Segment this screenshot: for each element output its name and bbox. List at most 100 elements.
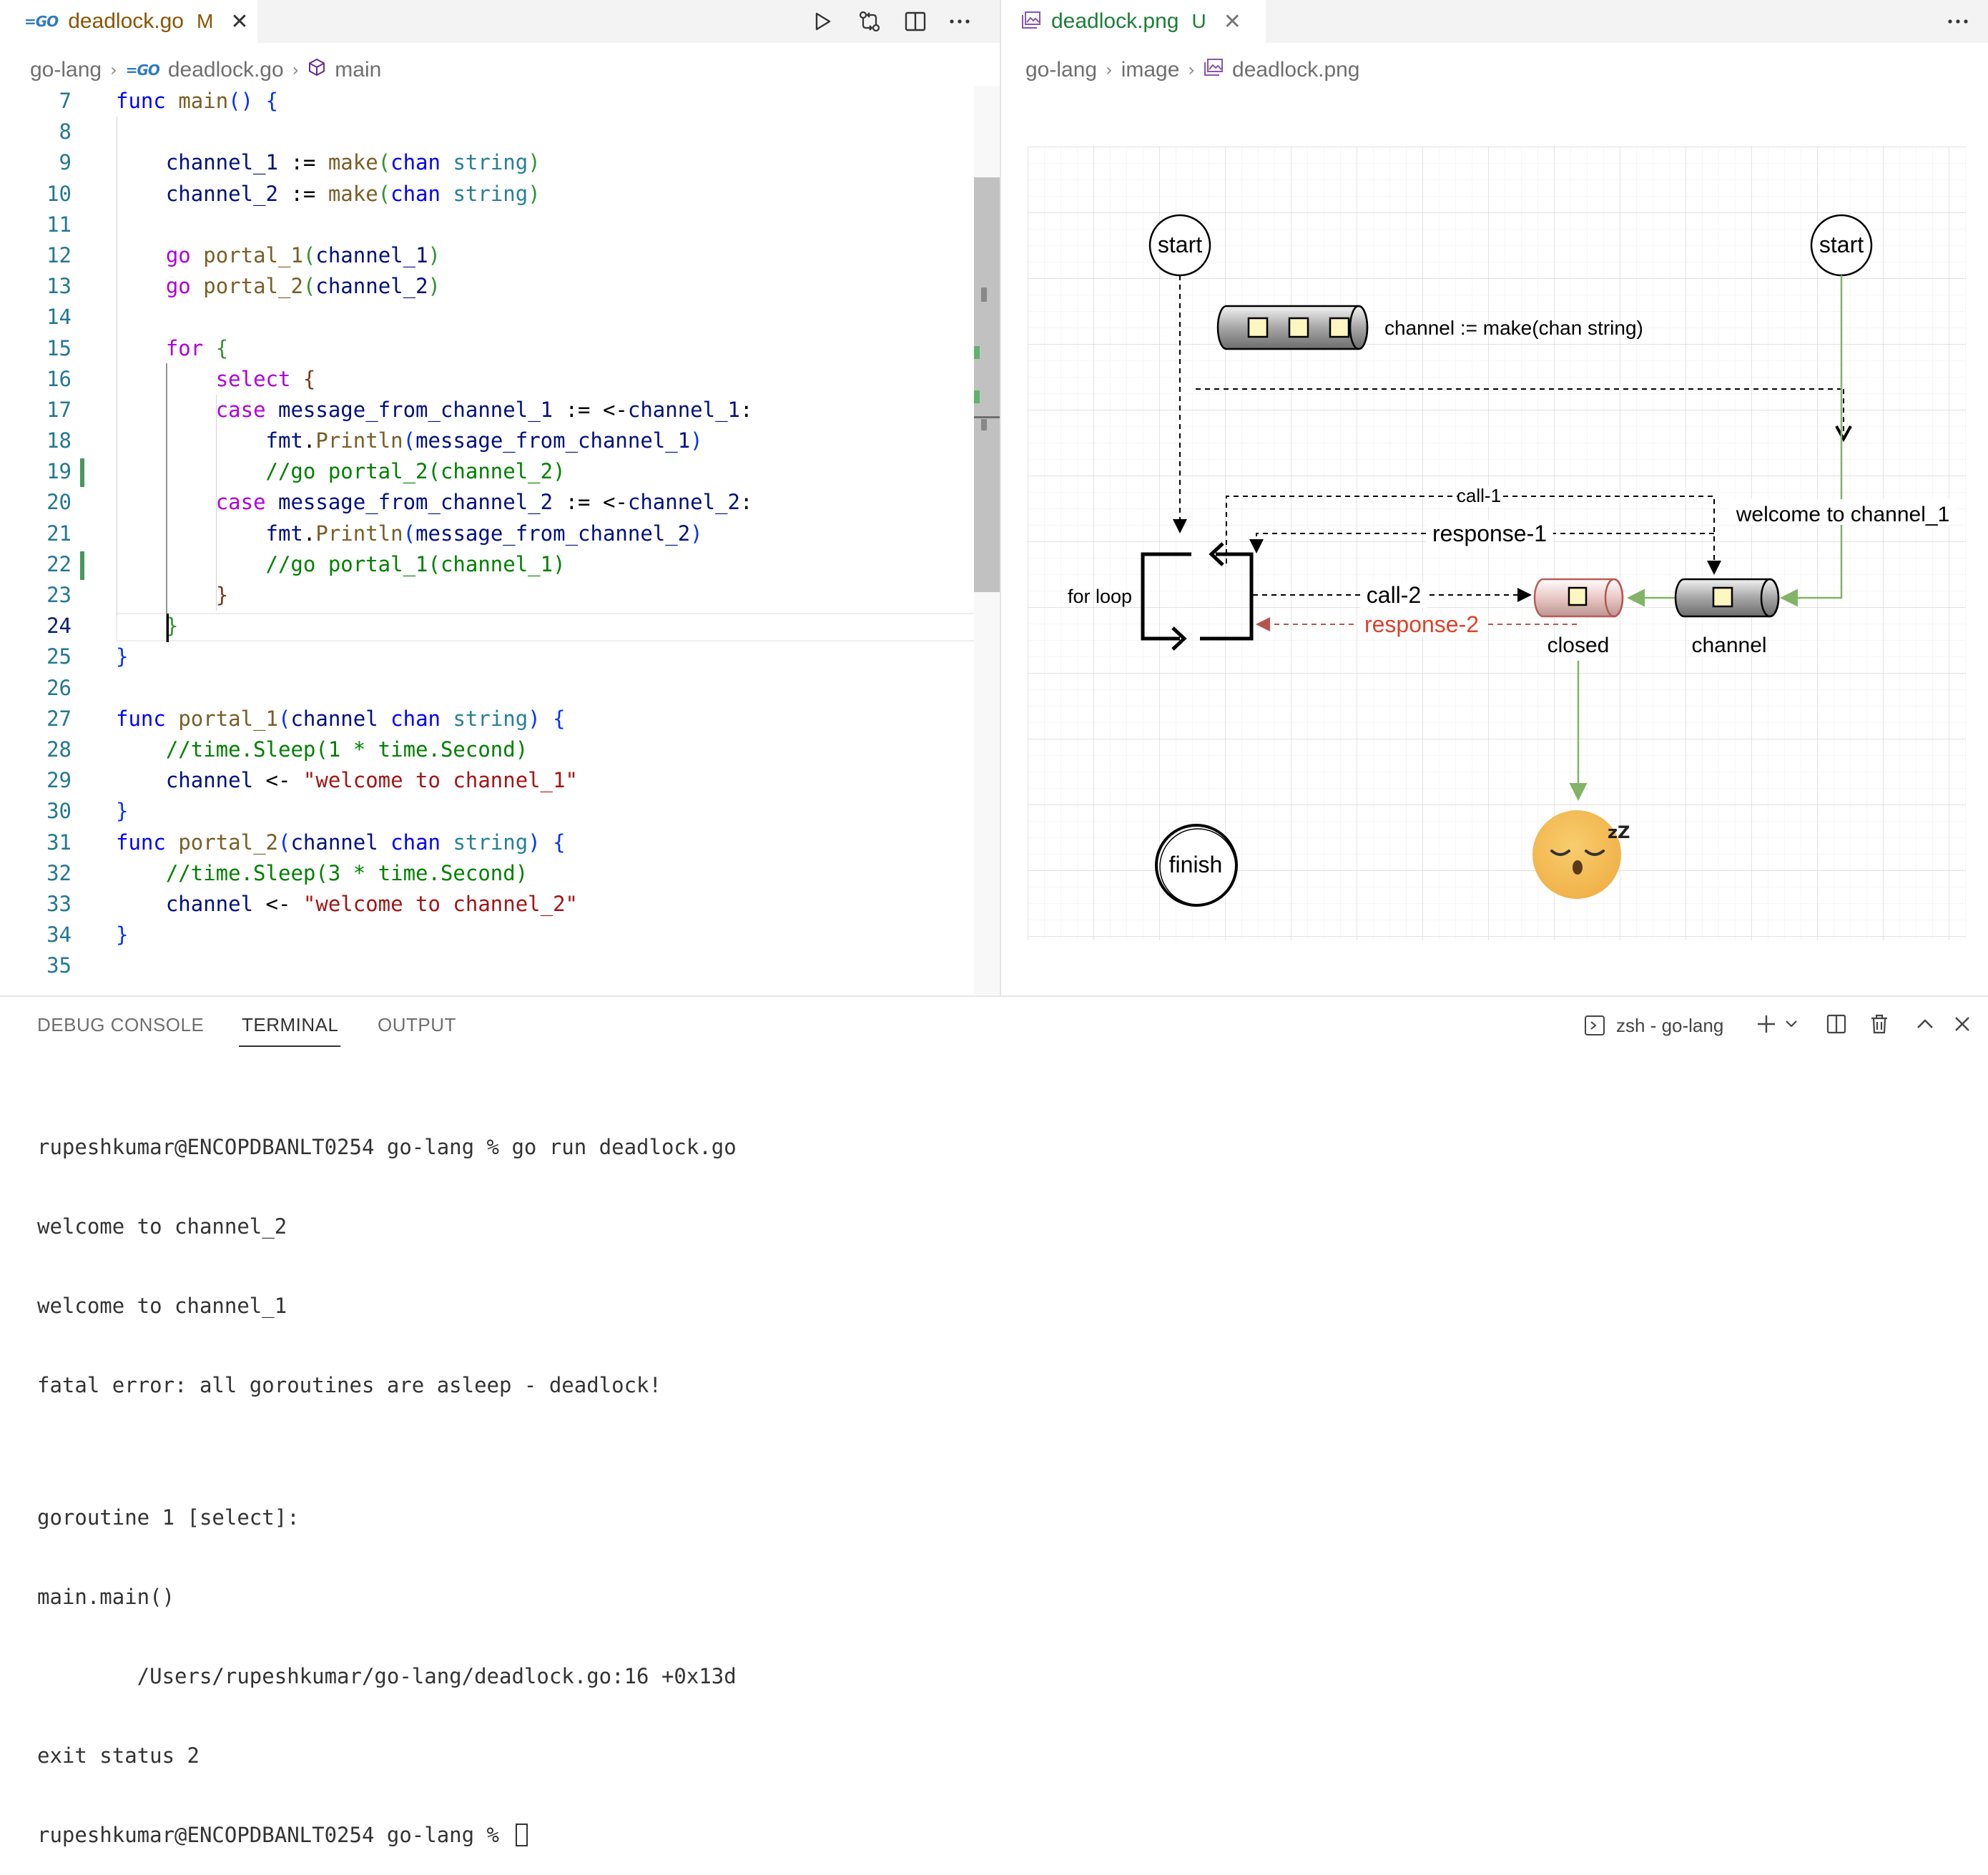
code-token: (	[302, 242, 316, 267]
code-line[interactable]: 20 case message_from_channel_2 := <-chan…	[0, 487, 973, 518]
split-terminal-icon[interactable]	[1822, 1010, 1851, 1038]
code-token: channel	[165, 891, 254, 916]
line-number: 9	[59, 150, 72, 175]
code-line[interactable]: 21 fmt.Println(message_from_channel_2)	[0, 518, 973, 549]
run-icon[interactable]	[807, 6, 838, 37]
code-token: := <-	[553, 397, 628, 422]
code-token: :	[740, 397, 753, 422]
code-line[interactable]: 31 func portal_2(channel chan string) {	[0, 827, 973, 858]
code-line[interactable]: 9 channel_1 := make(chan string)	[0, 147, 973, 178]
terminal-prompt: rupeshkumar@ENCOPDBANLT0254 go-lang %	[37, 1823, 512, 1847]
breadcrumb-file[interactable]: deadlock.go	[168, 58, 284, 82]
tab-output[interactable]: OUTPUT	[378, 1014, 456, 1036]
line-number: 21	[46, 521, 72, 546]
terminal-icon	[1585, 1015, 1605, 1035]
code-token: channel_1	[315, 242, 428, 267]
channel-declaration-label: channel := make(chan string)	[1384, 317, 1643, 339]
code-line[interactable]: 29 channel <- "welcome to channel_1"	[0, 765, 973, 796]
code-line[interactable]: 25}	[0, 641, 973, 672]
code-line[interactable]: 28 //time.Sleep(1 * time.Second)	[0, 734, 973, 765]
tab-terminal[interactable]: TERMINAL	[242, 1014, 338, 1036]
line-number: 7	[59, 89, 72, 113]
add-terminal-icon[interactable]	[1752, 1010, 1781, 1038]
code-line[interactable]: 14	[0, 302, 973, 333]
code-token: message_from_channel_2	[278, 490, 553, 515]
code-line[interactable]: 15 for {	[0, 333, 973, 364]
code-line[interactable]: 7 func main() {	[0, 86, 973, 117]
svg-text:start: start	[1819, 232, 1864, 257]
line-number: 18	[46, 428, 72, 453]
code-token: chan	[390, 830, 441, 855]
line-number: 20	[46, 490, 72, 515]
line-number: 22	[46, 551, 72, 576]
code-token: (	[378, 181, 391, 206]
split-editor-icon[interactable]	[900, 6, 931, 37]
terminal-line: goroutine 1 [select]:	[37, 1505, 300, 1530]
more-actions-icon[interactable]	[944, 6, 975, 37]
line-number: 23	[46, 583, 72, 607]
breadcrumb-symbol[interactable]: main	[335, 58, 381, 82]
response-2-label: response-2	[1364, 611, 1479, 637]
code-token: channel	[165, 768, 254, 793]
scrollbar-thumb[interactable]	[974, 177, 1000, 592]
compare-changes-icon[interactable]	[854, 6, 885, 37]
close-panel-icon[interactable]	[1948, 1010, 1977, 1038]
code-token: Println	[315, 428, 403, 453]
code-line[interactable]: 10 channel_2 := make(chan string)	[0, 179, 973, 210]
line-number: 29	[46, 768, 72, 793]
code-line[interactable]: 17 case message_from_channel_1 := <-chan…	[0, 395, 973, 425]
code-line[interactable]: 23 }	[0, 580, 973, 611]
terminal-prompt-line[interactable]: rupeshkumar@ENCOPDBANLT0254 go-lang %	[37, 1822, 737, 1849]
code-line[interactable]: 34}	[0, 920, 973, 950]
line-number: 19	[46, 459, 72, 484]
code-token: channel_2	[165, 181, 278, 206]
code-line[interactable]: 27 func portal_1(channel chan string) {	[0, 704, 973, 734]
line-number: 13	[46, 274, 72, 299]
more-actions-icon[interactable]	[1942, 6, 1974, 37]
terminal-line: welcome to channel_2	[37, 1214, 287, 1239]
terminal-profile[interactable]: zsh - go-lang	[1583, 1014, 1723, 1037]
code-line[interactable]: 13 go portal_2(channel_2)	[0, 271, 973, 302]
code-line[interactable]: 30}	[0, 796, 973, 827]
trash-icon[interactable]	[1865, 1010, 1894, 1038]
code-line[interactable]: 35	[0, 950, 973, 981]
code-token: <-	[253, 768, 303, 793]
code-line[interactable]: 8	[0, 117, 973, 147]
code-line[interactable]: 18 fmt.Println(message_from_channel_1)	[0, 425, 973, 456]
code-line[interactable]: 16 select {	[0, 364, 973, 395]
code-token: .	[302, 521, 316, 546]
code-area[interactable]: 7 func main() {8 9 channel_1 := make(chan …	[0, 86, 973, 981]
code-token: Println	[315, 521, 403, 546]
tab-debug-console[interactable]: DEBUG CONSOLE	[37, 1014, 204, 1036]
code-token: }	[116, 799, 129, 824]
code-token: )	[528, 150, 541, 175]
code-line[interactable]: 33 channel <- "welcome to channel_2"	[0, 889, 973, 920]
close-icon[interactable]: ✕	[1224, 9, 1241, 34]
code-line[interactable]: 11	[0, 210, 973, 240]
tab-title: deadlock.go	[68, 9, 184, 33]
tab-deadlock-png[interactable]: deadlock.png U ✕	[1001, 0, 1266, 43]
chevron-down-icon[interactable]	[1782, 1010, 1801, 1038]
code-token: {	[553, 706, 566, 731]
code-line[interactable]: 32 //time.Sleep(3 * time.Second)	[0, 858, 973, 889]
tab-deadlock-go[interactable]: =GO deadlock.go M ✕	[0, 0, 257, 43]
close-icon[interactable]: ✕	[230, 9, 248, 34]
breadcrumb-folder[interactable]: go-lang	[1025, 58, 1097, 82]
code-line[interactable]: 19 //go portal_2(channel_2)	[0, 456, 973, 487]
code-line[interactable]: 12 go portal_1(channel_1)	[0, 240, 973, 271]
code-text: //go portal_1(channel_1)	[116, 549, 566, 580]
breadcrumb-subfolder[interactable]: image	[1121, 58, 1180, 82]
code-token: go	[165, 242, 191, 267]
code-text: select {	[116, 364, 316, 395]
code-text: channel_2 := make(chan string)	[116, 179, 541, 210]
code-line[interactable]: 26	[0, 673, 973, 704]
code-line[interactable]: 24 }	[0, 611, 973, 641]
code-line[interactable]: 22 //go portal_1(channel_1)	[0, 549, 973, 580]
code-token: string	[453, 150, 528, 175]
breadcrumb-folder[interactable]: go-lang	[30, 58, 102, 82]
breadcrumb-file[interactable]: deadlock.png	[1232, 58, 1359, 82]
maximize-panel-icon[interactable]	[1911, 1010, 1939, 1038]
channel-shape	[1674, 578, 1780, 618]
terminal-output[interactable]: rupeshkumar@ENCOPDBANLT0254 go-lang % go…	[37, 1081, 737, 1875]
